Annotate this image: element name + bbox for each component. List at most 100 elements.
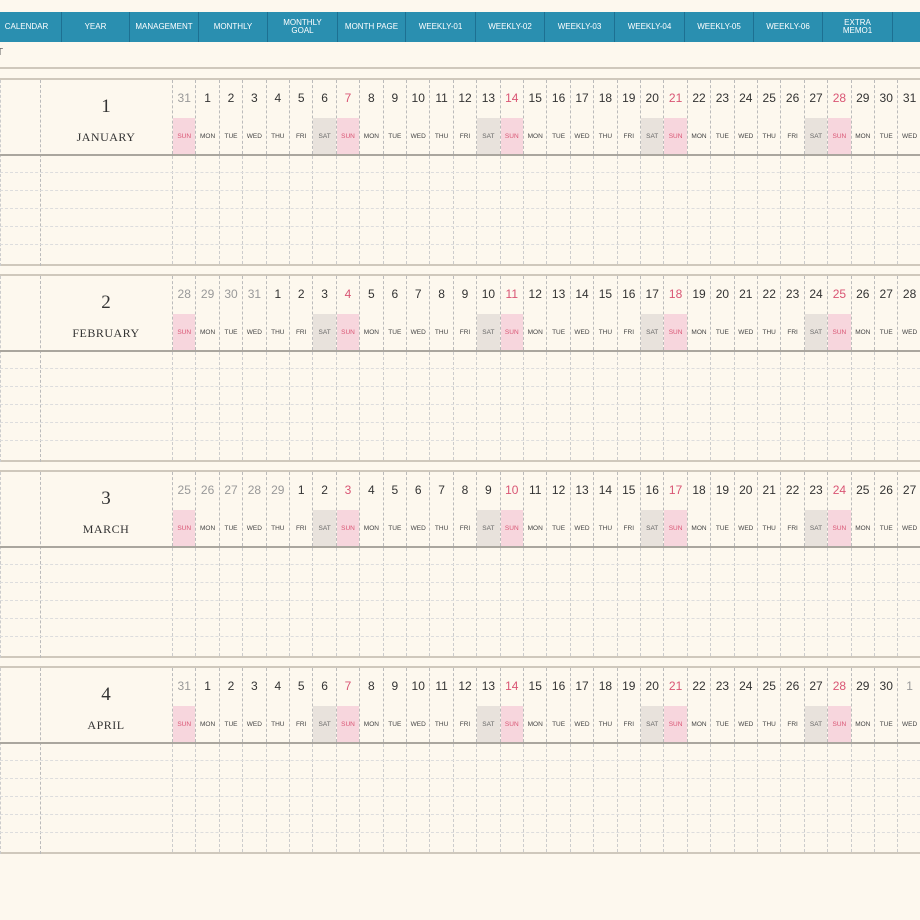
month-name[interactable]: APRIL: [40, 718, 172, 733]
day-cell[interactable]: 13 WED: [569, 472, 593, 546]
day-cell[interactable]: 18 MON: [686, 472, 710, 546]
day-cell[interactable]: 17 WED: [569, 80, 593, 154]
day-cell[interactable]: 21 THU: [757, 472, 780, 546]
day-cell[interactable]: 17 SAT: [640, 276, 664, 350]
tab-month-page[interactable]: MONTH PAGE: [338, 12, 406, 42]
day-cell[interactable]: 18 SUN: [663, 276, 687, 350]
tab-weekly-05[interactable]: WEEKLY-05: [685, 12, 754, 42]
day-cell[interactable]: 7 WED: [406, 276, 429, 350]
day-cell[interactable]: 28 WED: [897, 276, 920, 350]
day-cell[interactable]: 15 MON: [523, 668, 546, 742]
day-cell[interactable]: 8 FRI: [452, 472, 476, 546]
day-cell[interactable]: 12 FRI: [452, 668, 476, 742]
day-cell[interactable]: 4 THU: [265, 80, 289, 154]
day-cell[interactable]: 2 TUE: [218, 80, 242, 154]
day-cell[interactable]: 24 SAT: [803, 276, 828, 350]
day-cell[interactable]: 31 SUN: [172, 668, 196, 742]
day-cell[interactable]: 26 FRI: [780, 668, 803, 742]
day-cell[interactable]: 2 TUE: [218, 668, 242, 742]
day-cell[interactable]: 10 WED: [406, 668, 429, 742]
day-cell[interactable]: 18 THU: [593, 80, 616, 154]
day-cell[interactable]: 5 FRI: [289, 668, 312, 742]
day-cell[interactable]: 1 MON: [195, 80, 218, 154]
day-cell[interactable]: 30 TUE: [218, 276, 242, 350]
tab-weekly-01[interactable]: WEEKLY-01: [406, 12, 476, 42]
tab-extra-memo1[interactable]: EXTRA MEMO1: [823, 12, 893, 42]
day-cell[interactable]: 27 WED: [897, 472, 920, 546]
day-cell[interactable]: 5 TUE: [382, 472, 406, 546]
tab-year[interactable]: YEAR: [62, 12, 130, 42]
day-cell[interactable]: 11 SUN: [499, 276, 523, 350]
day-cell[interactable]: 9 SAT: [476, 472, 500, 546]
day-cell[interactable]: 20 TUE: [710, 276, 733, 350]
day-cell[interactable]: 11 THU: [429, 80, 452, 154]
day-cell[interactable]: 12 TUE: [546, 472, 569, 546]
day-cell[interactable]: 23 TUE: [710, 80, 733, 154]
day-cell[interactable]: 10 SAT: [476, 276, 500, 350]
day-cell[interactable]: 30 TUE: [874, 80, 897, 154]
tab-ex-me[interactable]: EX ME: [893, 12, 920, 42]
day-cell[interactable]: 7 SUN: [335, 668, 360, 742]
day-cell[interactable]: 19 TUE: [710, 472, 733, 546]
day-cell[interactable]: 22 MON: [686, 668, 710, 742]
day-cell[interactable]: 7 THU: [429, 472, 452, 546]
day-cell[interactable]: 25 SUN: [827, 276, 851, 350]
day-cell[interactable]: 3 WED: [242, 80, 265, 154]
day-cell[interactable]: 14 WED: [569, 276, 593, 350]
day-cell[interactable]: 17 SUN: [663, 472, 687, 546]
day-cell[interactable]: 6 SAT: [312, 80, 336, 154]
day-cell[interactable]: 21 SUN: [663, 668, 687, 742]
day-cell[interactable]: 28 SUN: [827, 80, 851, 154]
day-cell[interactable]: 29 THU: [265, 472, 289, 546]
day-cell[interactable]: 3 SUN: [335, 472, 360, 546]
tab-weekly-04[interactable]: WEEKLY-04: [615, 12, 685, 42]
day-cell[interactable]: 1 WED: [897, 668, 920, 742]
day-cell[interactable]: 10 WED: [406, 80, 429, 154]
tab-weekly-03[interactable]: WEEKLY-03: [545, 12, 615, 42]
day-cell[interactable]: 8 THU: [429, 276, 452, 350]
day-cell[interactable]: 9 FRI: [452, 276, 476, 350]
day-cell[interactable]: 28 SUN: [172, 276, 196, 350]
day-cell[interactable]: 29 MON: [850, 668, 874, 742]
day-cell[interactable]: 22 THU: [757, 276, 780, 350]
tab-calendar[interactable]: CALENDAR: [0, 12, 62, 42]
day-cell[interactable]: 24 WED: [733, 668, 757, 742]
day-cell[interactable]: 20 WED: [733, 472, 757, 546]
day-cell[interactable]: 6 SAT: [312, 668, 336, 742]
day-cell[interactable]: 27 TUE: [874, 276, 897, 350]
day-cell[interactable]: 24 WED: [733, 80, 757, 154]
day-cell[interactable]: 13 SAT: [476, 80, 500, 154]
month-name[interactable]: JANUARY: [40, 130, 172, 145]
day-cell[interactable]: 17 WED: [569, 668, 593, 742]
day-cell[interactable]: 1 MON: [195, 668, 218, 742]
day-cell[interactable]: 11 THU: [429, 668, 452, 742]
day-cell[interactable]: 26 FRI: [780, 80, 803, 154]
day-cell[interactable]: 14 SUN: [499, 80, 523, 154]
day-cell[interactable]: 25 THU: [757, 668, 780, 742]
day-cell[interactable]: 28 SUN: [827, 668, 851, 742]
day-cell[interactable]: 4 MON: [359, 472, 382, 546]
day-cell[interactable]: 16 TUE: [546, 668, 569, 742]
day-cell[interactable]: 26 MON: [195, 472, 218, 546]
day-cell[interactable]: 23 SAT: [803, 472, 828, 546]
day-cell[interactable]: 27 SAT: [803, 668, 828, 742]
day-cell[interactable]: 14 THU: [593, 472, 616, 546]
day-cell[interactable]: 25 MON: [850, 472, 874, 546]
day-cell[interactable]: 11 MON: [523, 472, 546, 546]
day-cell[interactable]: 19 FRI: [616, 668, 640, 742]
day-cell[interactable]: 1 FRI: [289, 472, 312, 546]
day-cell[interactable]: 3 WED: [242, 668, 265, 742]
day-cell[interactable]: 3 SAT: [312, 276, 336, 350]
day-cell[interactable]: 31 WED: [897, 80, 920, 154]
day-cell[interactable]: 25 SUN: [172, 472, 196, 546]
day-cell[interactable]: 22 FRI: [780, 472, 803, 546]
day-cell[interactable]: 19 MON: [686, 276, 710, 350]
day-cell[interactable]: 5 MON: [359, 276, 382, 350]
day-cell[interactable]: 26 MON: [850, 276, 874, 350]
day-cell[interactable]: 18 THU: [593, 668, 616, 742]
tab-monthly[interactable]: MONTHLY: [199, 12, 268, 42]
day-cell[interactable]: 15 FRI: [616, 472, 640, 546]
day-cell[interactable]: 4 SUN: [335, 276, 360, 350]
month-name[interactable]: MARCH: [40, 522, 172, 537]
day-cell[interactable]: 8 MON: [359, 668, 382, 742]
